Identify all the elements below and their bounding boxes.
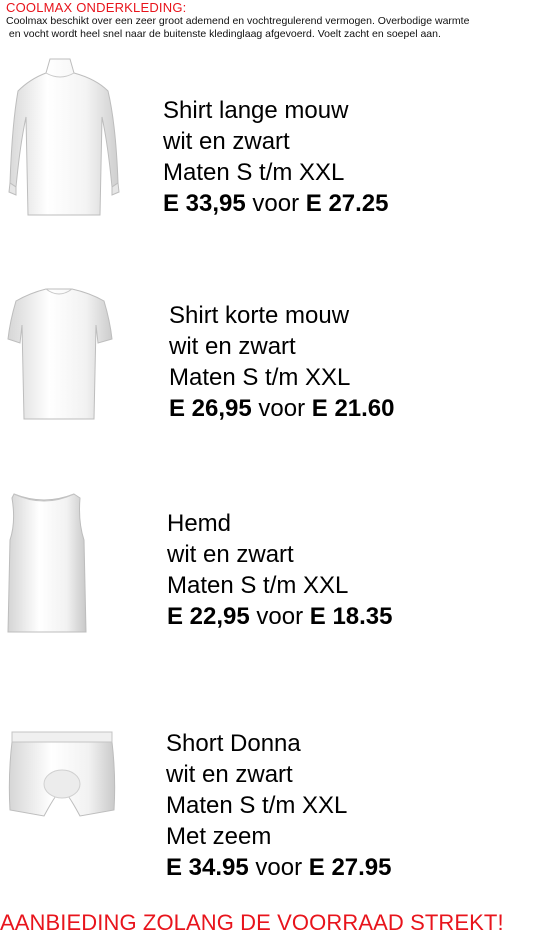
product-name: Short Donna [166,730,301,757]
intro-line-2: en vocht wordt heel snel naar de buitens… [6,28,441,40]
product-color: wit en zwart [167,541,294,568]
product-1-info: Shirt lange mouw wit en zwart Maten S t/… [163,95,389,219]
product-price: E 34.95 voor E 27.95 [166,852,392,883]
tank-top-image [7,493,87,633]
price-voor: voor [255,854,303,881]
product-sizes: Maten S t/m XXL [166,792,348,819]
intro-text: Coolmax beschikt over een zeer groot ade… [6,15,541,41]
old-price: E 33,95 [163,190,246,217]
product-2-info: Shirt korte mouw wit en zwart Maten S t/… [169,300,395,424]
new-price: E 21.60 [311,395,395,422]
product-extra: Met zeem [166,823,272,850]
old-price: E 34.95 [166,854,249,881]
product-price: E 26,95 voor E 21.60 [169,393,395,424]
new-price: E 18.35 [309,603,393,630]
product-price: E 33,95 voor E 27.25 [163,188,389,219]
shorts-image [8,731,116,817]
product-sizes: Maten S t/m XXL [167,572,349,599]
product-sizes: Maten S t/m XXL [169,364,351,391]
old-price: E 22,95 [167,603,250,630]
price-voor: voor [258,395,306,422]
price-voor: voor [252,190,300,217]
new-price: E 27.95 [308,854,392,881]
offer-banner: AANBIEDING ZOLANG DE VOORRAAD STREKT! [0,910,504,935]
intro-line-1: Coolmax beschikt over een zeer groot ade… [6,15,470,27]
product-name: Shirt korte mouw [169,302,350,329]
page-title: COOLMAX ONDERKLEDING: [6,0,187,15]
short-sleeve-shirt-image [7,288,113,420]
product-color: wit en zwart [163,128,290,155]
old-price: E 26,95 [169,395,252,422]
product-3-info: Hemd wit en zwart Maten S t/m XXL E 22,9… [167,508,393,632]
product-4-info: Short Donna wit en zwart Maten S t/m XXL… [166,728,392,883]
product-sizes: Maten S t/m XXL [163,159,345,186]
product-name: Shirt lange mouw [163,97,349,124]
new-price: E 27.25 [305,190,389,217]
product-color: wit en zwart [166,761,293,788]
long-sleeve-shirt-image [8,58,120,216]
product-name: Hemd [167,510,232,537]
price-voor: voor [256,603,304,630]
product-price: E 22,95 voor E 18.35 [167,601,393,632]
product-color: wit en zwart [169,333,296,360]
